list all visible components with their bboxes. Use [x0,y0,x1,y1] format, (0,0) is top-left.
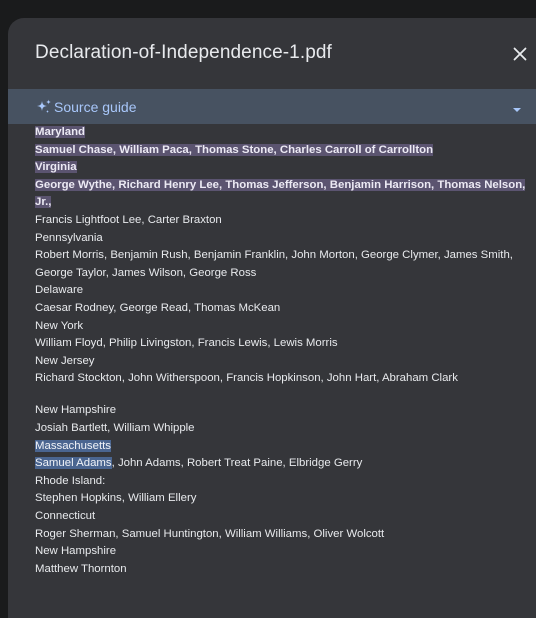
text-line: Samuel Adams, John Adams, Robert Treat P… [35,455,530,473]
panel-header: Declaration-of-Independence-1.pdf [8,18,536,90]
sparkle-icon [35,98,53,116]
text-line: Caesar Rodney, George Read, Thomas McKea… [35,301,281,314]
source-panel: Declaration-of-Independence-1.pdf Source… [8,18,536,618]
text-line: Rhode Island: [35,474,106,487]
close-icon[interactable] [508,42,532,66]
text-line: Pennsylvania [35,231,103,244]
text-line: New Hampshire [35,545,117,558]
highlighted-text: George Wythe, Richard Henry Lee, Thomas … [35,178,526,209]
text-line: Matthew Thornton [35,562,127,575]
highlighted-text: Maryland [35,126,86,138]
text-line: Connecticut [35,509,96,522]
text-line: New Jersey [35,354,95,367]
highlighted-text: Massachusetts [35,439,111,452]
text-line: Stephen Hopkins, William Ellery [35,492,197,505]
highlighted-text: Virginia [35,161,77,174]
caret-down-icon[interactable] [511,102,523,112]
text-line: Josiah Bartlett, William Whipple [35,422,195,434]
text-line: Francis Lightfoot Lee, Carter Braxton [35,213,222,226]
text-line: Maryland [35,124,530,142]
text-line: Samuel Chase, William Paca, Thomas Stone… [35,142,530,160]
text-line: Richard Stockton, John Witherspoon, Fran… [35,372,458,385]
text-line: Robert Morris, Benjamin Rush, Benjamin F… [35,249,513,262]
highlighted-text: Samuel Adams [35,457,112,470]
highlighted-text: Samuel Chase, William Paca, Thomas Stone… [35,143,434,156]
text-line: Massachusetts [35,438,530,456]
text-line: Virginia [35,159,530,177]
text-line: George Wythe, Richard Henry Lee, Thomas … [35,177,530,212]
line-text: , John Adams, Robert Treat Paine, Elbrid… [111,457,363,470]
document-text: Maryland Samuel Chase, William Paca, Tho… [35,124,530,578]
text-line: George Taylor, James Wilson, George Ross [35,266,257,279]
text-line: New Hampshire [35,404,117,417]
text-line: William Floyd, Philip Livingston, Franci… [35,337,338,350]
document-title: Declaration-of-Independence-1.pdf [35,42,332,63]
source-guide-label: Source guide [54,99,137,115]
text-line: Roger Sherman, Samuel Huntington, Willia… [35,527,385,540]
text-line: Delaware [35,284,84,297]
source-guide-toggle[interactable]: Source guide [8,89,536,124]
text-line: New York [35,319,84,332]
